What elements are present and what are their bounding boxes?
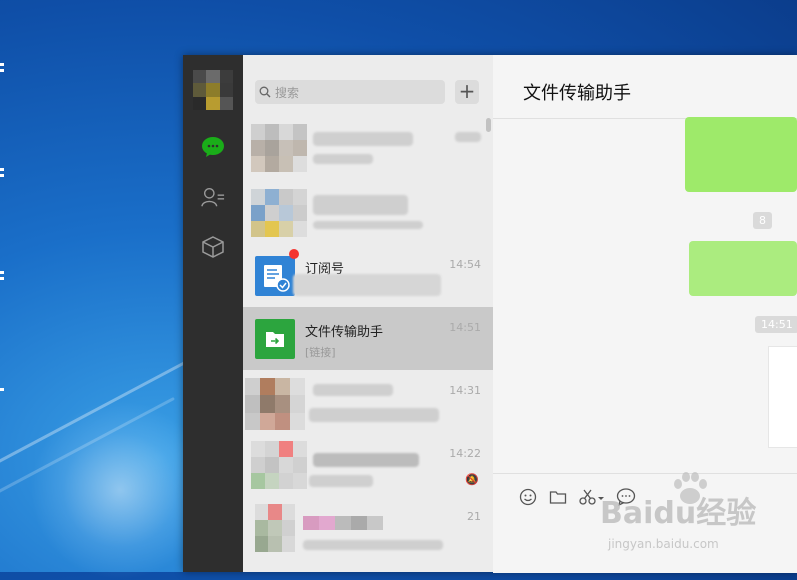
mute-icon: 🔕 xyxy=(465,473,479,486)
contact-name-blurred xyxy=(313,132,413,146)
message-preview-blurred xyxy=(313,154,373,164)
message-preview-blurred xyxy=(309,475,373,487)
conversation-item-file-transfer[interactable]: 文件传输助手 14:51 [链接] xyxy=(243,307,493,370)
contact-name-blurred xyxy=(313,384,393,396)
message-preview-blurred xyxy=(313,221,423,229)
chat-header: 文件传输助手 xyxy=(493,55,797,119)
desktop-icon[interactable] xyxy=(0,268,6,282)
contact-avatar xyxy=(251,189,307,237)
search-box[interactable]: 搜索 xyxy=(255,80,445,104)
unread-badge xyxy=(289,249,299,259)
chat-title: 文件传输助手 xyxy=(523,83,631,104)
contact-avatar xyxy=(251,441,307,489)
conversation-item[interactable]: 订阅号 14:54 xyxy=(243,244,493,307)
message-preview-blurred xyxy=(303,540,443,550)
message-preview-blurred xyxy=(293,274,441,296)
collections-icon[interactable] xyxy=(201,235,225,259)
watermark-logo: Baidu经验 xyxy=(600,472,756,532)
conversation-item[interactable] xyxy=(243,181,493,244)
conversation-time: 14:22 xyxy=(449,447,481,460)
contact-avatar xyxy=(251,124,307,172)
conversation-item[interactable]: 14:22 🔕 xyxy=(243,433,493,496)
link-card[interactable] xyxy=(768,346,797,448)
emoji-icon[interactable] xyxy=(517,486,539,508)
message-bubble-sent[interactable] xyxy=(689,241,797,296)
subscription-icon xyxy=(255,256,295,296)
watermark-url: jingyan.baidu.com xyxy=(608,537,719,551)
nav-bar xyxy=(183,55,243,572)
contact-name-blurred xyxy=(313,453,419,467)
conversation-preview: [链接] xyxy=(305,346,336,359)
search-placeholder: 搜索 xyxy=(275,85,300,100)
contact-name-blurred xyxy=(313,195,408,215)
file-transfer-icon xyxy=(255,319,295,359)
time-blurred xyxy=(455,132,481,142)
folder-icon[interactable] xyxy=(547,486,569,508)
conversation-list: 搜索 + 订阅号 14:54 文件传输助手 14:51 [链接] 14:31 1… xyxy=(243,55,493,572)
search-icon xyxy=(255,86,275,98)
add-button[interactable]: + xyxy=(455,80,479,104)
conversation-item[interactable]: 14:31 xyxy=(243,370,493,433)
conversation-item[interactable]: 21 xyxy=(243,496,493,559)
contact-avatar xyxy=(255,504,295,552)
conversation-time: 14:51 xyxy=(449,321,481,334)
contacts-icon[interactable] xyxy=(201,185,225,209)
contact-name-blurred xyxy=(303,516,383,530)
timestamp: 14:51 xyxy=(755,316,797,333)
conversation-time: 21 xyxy=(467,510,481,523)
conversation-name: 文件传输助手 xyxy=(305,325,384,340)
desktop-icon[interactable] xyxy=(0,60,6,74)
message-bubble-sent[interactable] xyxy=(685,117,797,192)
conversation-time: 14:31 xyxy=(449,384,481,397)
contact-avatar xyxy=(245,378,305,430)
conversation-time: 14:54 xyxy=(449,258,481,271)
chat-icon[interactable] xyxy=(201,135,225,159)
message-preview-blurred xyxy=(309,408,439,422)
desktop-icon[interactable] xyxy=(0,385,6,399)
user-avatar[interactable] xyxy=(193,70,233,110)
timestamp: 8 xyxy=(753,212,772,229)
conversation-item[interactable] xyxy=(243,118,493,181)
desktop-icon[interactable] xyxy=(0,165,6,179)
